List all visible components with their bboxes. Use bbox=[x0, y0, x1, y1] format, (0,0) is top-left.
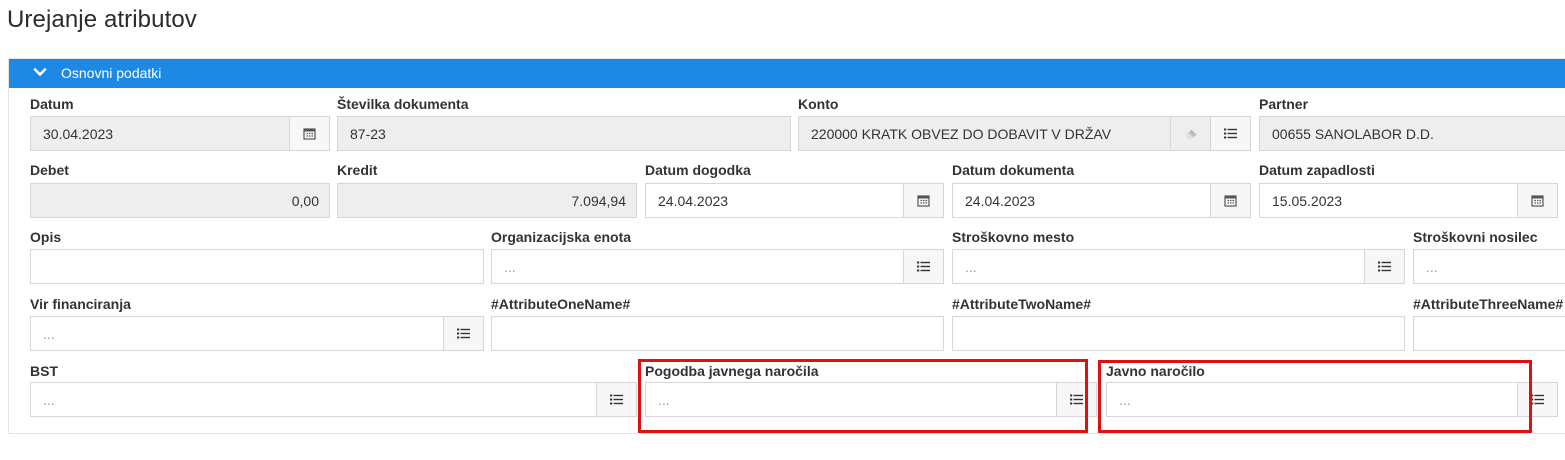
partner-value: 00655 SANOLABOR D.D. bbox=[1272, 125, 1434, 142]
attr-one-label: #AttributeOneName# bbox=[491, 296, 631, 312]
attr-three-field[interactable] bbox=[1413, 316, 1565, 351]
konto-clear-button[interactable] bbox=[1170, 117, 1210, 150]
pogodba-field[interactable]: ... bbox=[645, 382, 1097, 417]
pogodba-label: Pogodba javnega naročila bbox=[645, 363, 819, 379]
datum-zapadlosti-label: Datum zapadlosti bbox=[1259, 162, 1375, 178]
datum-dogodka-calendar-button[interactable] bbox=[903, 184, 943, 217]
datum-zapadlosti-calendar-button[interactable] bbox=[1517, 184, 1557, 217]
list-icon bbox=[1070, 394, 1083, 405]
list-icon bbox=[457, 328, 470, 339]
konto-label: Konto bbox=[798, 96, 839, 112]
datum-dogodka-field[interactable]: 24.04.2023 bbox=[645, 183, 944, 218]
partner-field[interactable]: 00655 SANOLABOR D.D. bbox=[1259, 116, 1565, 151]
datum-dogodka-value: 24.04.2023 bbox=[658, 192, 729, 209]
eraser-icon bbox=[1185, 129, 1196, 139]
calendar-icon bbox=[917, 195, 930, 207]
section-title: Osnovni podatki bbox=[61, 65, 162, 81]
calendar-icon bbox=[1224, 195, 1237, 207]
partner-label: Partner bbox=[1259, 96, 1309, 112]
stevilka-label: Številka dokumenta bbox=[337, 96, 469, 112]
debet-value: 0,00 bbox=[291, 192, 319, 209]
str-nosilec-placeholder: ... bbox=[1426, 258, 1438, 275]
attr-three-value bbox=[1414, 317, 1565, 350]
list-icon bbox=[610, 394, 623, 405]
calendar-icon bbox=[303, 128, 316, 140]
str-mesto-field[interactable]: ... bbox=[952, 249, 1405, 284]
datum-calendar-button[interactable] bbox=[289, 117, 329, 150]
pogodba-list-button[interactable] bbox=[1056, 383, 1096, 416]
datum-dokumenta-field[interactable]: 24.04.2023 bbox=[952, 183, 1251, 218]
datum-label: Datum bbox=[30, 96, 74, 112]
list-icon bbox=[917, 261, 930, 272]
opis-field[interactable] bbox=[30, 249, 484, 284]
konto-list-button[interactable] bbox=[1210, 117, 1250, 150]
datum-dogodka-label: Datum dogodka bbox=[645, 162, 751, 178]
str-nosilec-field[interactable]: ... bbox=[1413, 249, 1565, 284]
list-icon bbox=[1531, 394, 1544, 405]
org-enota-label: Organizacijska enota bbox=[491, 229, 632, 245]
stevilka-field[interactable]: 87-23 bbox=[337, 116, 791, 151]
str-mesto-list-button[interactable] bbox=[1364, 250, 1404, 283]
javno-label: Javno naročilo bbox=[1106, 363, 1205, 379]
bst-placeholder: ... bbox=[43, 391, 55, 408]
opis-value bbox=[31, 250, 483, 283]
vir-field[interactable]: ... bbox=[30, 316, 484, 351]
kredit-label: Kredit bbox=[337, 162, 378, 178]
javno-field[interactable]: ... bbox=[1106, 382, 1558, 417]
attr-three-label: #AttributeThreeName# bbox=[1413, 296, 1564, 312]
section-header-toggle[interactable]: Osnovni podatki bbox=[9, 59, 1565, 88]
debet-field[interactable]: 0,00 bbox=[30, 183, 330, 218]
debet-label: Debet bbox=[30, 162, 69, 178]
datum-dokumenta-calendar-button[interactable] bbox=[1210, 184, 1250, 217]
org-enota-field[interactable]: ... bbox=[491, 249, 944, 284]
konto-value: 220000 KRATK OBVEZ DO DOBAVIT V DRŽAV bbox=[811, 125, 1112, 142]
datum-zapadlosti-value: 15.05.2023 bbox=[1272, 192, 1343, 209]
org-enota-list-button[interactable] bbox=[903, 250, 943, 283]
konto-field[interactable]: 220000 KRATK OBVEZ DO DOBAVIT V DRŽAV bbox=[798, 116, 1251, 151]
vir-placeholder: ... bbox=[43, 325, 55, 342]
str-mesto-label: Stroškovno mesto bbox=[952, 229, 1075, 245]
str-nosilec-label: Stroškovni nosilec bbox=[1413, 229, 1538, 245]
datum-zapadlosti-field[interactable]: 15.05.2023 bbox=[1259, 183, 1558, 218]
bst-label: BST bbox=[30, 363, 58, 379]
stevilka-value: 87-23 bbox=[350, 125, 386, 142]
calendar-icon bbox=[1531, 195, 1544, 207]
org-enota-placeholder: ... bbox=[504, 258, 516, 275]
opis-label: Opis bbox=[30, 229, 62, 245]
datum-dokumenta-value: 24.04.2023 bbox=[965, 192, 1036, 209]
bst-field[interactable]: ... bbox=[30, 382, 637, 417]
page-title: Urejanje atributov bbox=[7, 6, 197, 33]
str-mesto-placeholder: ... bbox=[965, 258, 977, 275]
pogodba-placeholder: ... bbox=[658, 391, 670, 408]
attr-two-field[interactable] bbox=[952, 316, 1405, 351]
javno-placeholder: ... bbox=[1119, 391, 1131, 408]
bst-list-button[interactable] bbox=[596, 383, 636, 416]
kredit-value: 7.094,94 bbox=[571, 192, 627, 209]
chevron-down-icon bbox=[33, 68, 47, 76]
vir-label: Vir financiranja bbox=[30, 296, 131, 312]
list-icon bbox=[1224, 128, 1237, 139]
attr-two-value bbox=[953, 317, 1404, 350]
datum-value: 30.04.2023 bbox=[43, 125, 114, 142]
vir-list-button[interactable] bbox=[443, 317, 483, 350]
datum-field[interactable]: 30.04.2023 bbox=[30, 116, 330, 151]
attr-one-field[interactable] bbox=[491, 316, 944, 351]
datum-dokumenta-label: Datum dokumenta bbox=[952, 162, 1075, 178]
javno-list-button[interactable] bbox=[1517, 383, 1557, 416]
attr-two-label: #AttributeTwoName# bbox=[952, 296, 1091, 312]
attr-one-value bbox=[492, 317, 943, 350]
list-icon bbox=[1378, 261, 1391, 272]
kredit-field[interactable]: 7.094,94 bbox=[337, 183, 637, 218]
